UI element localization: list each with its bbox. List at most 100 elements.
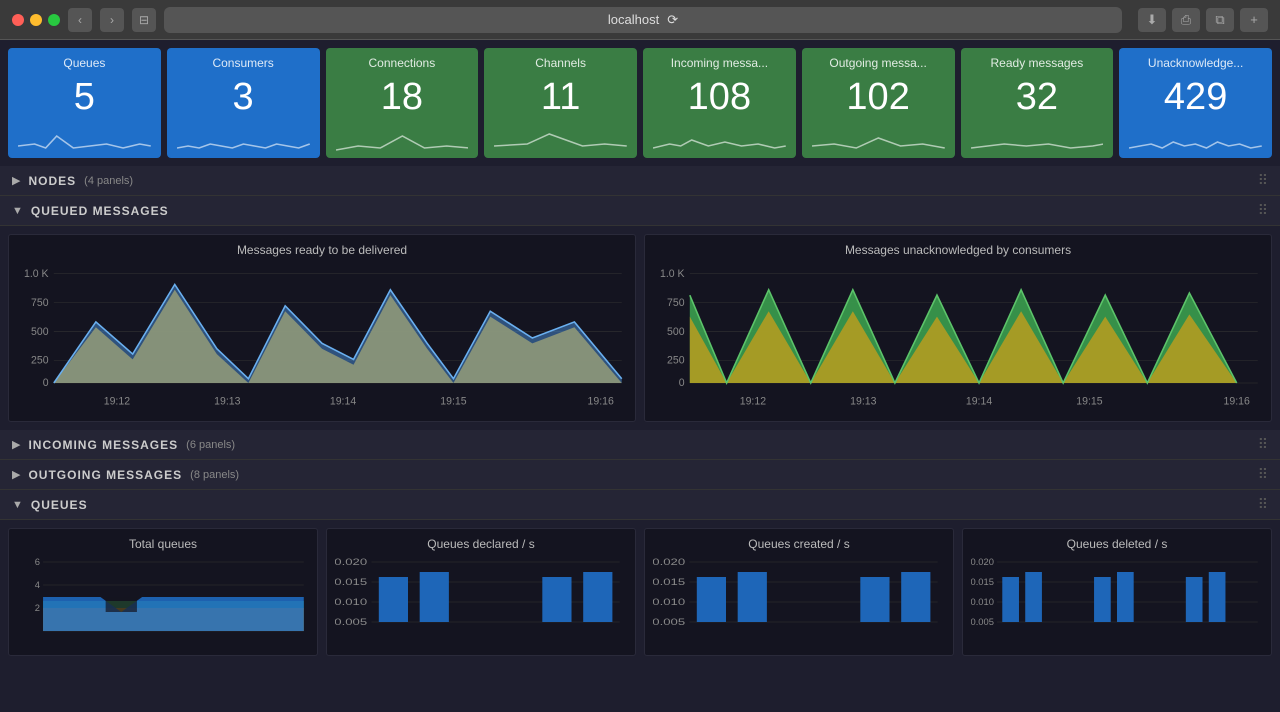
queued-drag-icon: ⠿ (1258, 202, 1268, 219)
queued-title: QUEUED MESSAGES (31, 204, 169, 218)
svg-text:19:15: 19:15 (440, 395, 466, 407)
svg-text:0: 0 (43, 377, 49, 389)
nodes-title: NODES (28, 174, 76, 188)
forward-button[interactable]: › (100, 8, 124, 32)
incoming-title: INCOMING MESSAGES (28, 438, 178, 452)
queues-created-chart: 0.020 0.015 0.010 0.005 (653, 557, 945, 647)
queued-chevron-icon: ▼ (12, 205, 23, 217)
incoming-title: Incoming messa... (653, 56, 786, 70)
queues-charts-row: Total queues 6 4 (0, 520, 1280, 664)
url-text: localhost (608, 12, 659, 27)
svg-text:19:16: 19:16 (588, 395, 614, 407)
minimize-button[interactable] (30, 14, 42, 26)
new-tab-button[interactable]: + (1240, 8, 1268, 32)
queues-declared-chart: 0.020 0.015 0.010 0.005 (335, 557, 627, 647)
connections-value: 18 (336, 74, 469, 122)
svg-text:19:16: 19:16 (1224, 395, 1250, 407)
share-button[interactable]: ⎙ (1172, 8, 1200, 32)
total-queues-title: Total queues (17, 537, 309, 551)
incoming-sparkline (653, 126, 786, 154)
nodes-subtitle: (4 panels) (84, 175, 133, 187)
connections-title: Connections (336, 56, 469, 70)
reload-icon[interactable]: ⟳ (667, 12, 678, 28)
download-button[interactable]: ⬇ (1138, 8, 1166, 32)
queues-title: QUEUES (31, 498, 88, 512)
queues-created-panel: Queues created / s 0.020 0.015 (644, 528, 954, 656)
maximize-button[interactable] (48, 14, 60, 26)
back-button[interactable]: ‹ (68, 8, 92, 32)
queues-value: 5 (18, 74, 151, 122)
svg-text:250: 250 (667, 355, 685, 367)
queued-charts-row: Messages ready to be delivered (0, 226, 1280, 430)
queued-messages-section-header[interactable]: ▼ QUEUED MESSAGES ⠿ (0, 196, 1280, 226)
svg-text:0.010: 0.010 (653, 598, 685, 608)
svg-text:0.015: 0.015 (971, 577, 994, 587)
incoming-section-header[interactable]: ▶ INCOMING MESSAGES (6 panels) ⠿ (0, 430, 1280, 460)
incoming-chevron-icon: ▶ (12, 438, 20, 451)
outgoing-title: OUTGOING MESSAGES (28, 468, 182, 482)
incoming-subtitle: (6 panels) (186, 439, 235, 451)
stat-card-unack: Unacknowledge... 429 (1119, 48, 1272, 158)
consumers-sparkline (177, 126, 310, 154)
url-bar[interactable]: localhost ⟳ (164, 7, 1122, 33)
svg-text:500: 500 (667, 326, 685, 338)
queues-deleted-title: Queues deleted / s (971, 537, 1263, 551)
stat-card-queues: Queues 5 (8, 48, 161, 158)
queues-drag-icon: ⠿ (1258, 496, 1268, 513)
traffic-lights (12, 14, 60, 26)
unack-sparkline (1129, 126, 1262, 154)
svg-text:19:14: 19:14 (330, 395, 356, 407)
queues-title: Queues (18, 56, 151, 70)
svg-text:19:15: 19:15 (1076, 395, 1102, 407)
incoming-drag-icon: ⠿ (1258, 436, 1268, 453)
outgoing-title: Outgoing messa... (812, 56, 945, 70)
svg-text:1.0 K: 1.0 K (24, 268, 49, 280)
unack-chart-panel: Messages unacknowledged by consumers (644, 234, 1272, 422)
outgoing-subtitle: (8 panels) (190, 469, 239, 481)
stat-card-outgoing: Outgoing messa... 102 (802, 48, 955, 158)
svg-text:19:12: 19:12 (740, 395, 766, 407)
unack-chart-title: Messages unacknowledged by consumers (653, 243, 1263, 257)
total-queues-panel: Total queues 6 4 (8, 528, 318, 656)
queues-section-header[interactable]: ▼ QUEUES ⠿ (0, 490, 1280, 520)
browser-actions: ⬇ ⎙ ⧉ + (1138, 8, 1268, 32)
connections-sparkline (336, 126, 469, 154)
svg-text:6: 6 (35, 557, 40, 567)
consumers-title: Consumers (177, 56, 310, 70)
svg-text:0.010: 0.010 (971, 597, 994, 607)
ready-value: 32 (971, 74, 1104, 122)
svg-text:19:14: 19:14 (966, 395, 992, 407)
sidebar-toggle[interactable]: ⊟ (132, 8, 156, 32)
queues-declared-title: Queues declared / s (335, 537, 627, 551)
svg-text:0.020: 0.020 (335, 558, 367, 568)
svg-text:500: 500 (31, 326, 49, 338)
dashboard-main: Queues 5 Consumers 3 Connections 18 (0, 40, 1280, 712)
outgoing-drag-icon: ⠿ (1258, 466, 1268, 483)
stat-card-ready: Ready messages 32 (961, 48, 1114, 158)
outgoing-section-header[interactable]: ▶ OUTGOING MESSAGES (8 panels) ⠿ (0, 460, 1280, 490)
close-button[interactable] (12, 14, 24, 26)
svg-text:0: 0 (679, 377, 685, 389)
unack-chart-area: 1.0 K 750 500 250 0 19:12 19:13 19:14 19… (653, 263, 1263, 413)
stat-card-incoming: Incoming messa... 108 (643, 48, 796, 158)
outgoing-chevron-icon: ▶ (12, 468, 20, 481)
queues-chevron-icon: ▼ (12, 499, 23, 511)
svg-text:2: 2 (35, 603, 40, 613)
queues-sparkline (18, 126, 151, 154)
svg-text:0.015: 0.015 (653, 578, 685, 588)
stat-card-channels: Channels 11 (484, 48, 637, 158)
fullscreen-button[interactable]: ⧉ (1206, 8, 1234, 32)
svg-text:0.005: 0.005 (653, 618, 685, 628)
svg-text:250: 250 (31, 355, 49, 367)
nodes-chevron-icon: ▶ (12, 174, 20, 187)
svg-text:0.005: 0.005 (335, 618, 367, 628)
svg-text:750: 750 (31, 297, 49, 309)
channels-value: 11 (494, 74, 627, 122)
ready-title: Ready messages (971, 56, 1104, 70)
outgoing-sparkline (812, 126, 945, 154)
ready-chart-title: Messages ready to be delivered (17, 243, 627, 257)
incoming-value: 108 (653, 74, 786, 122)
channels-sparkline (494, 126, 627, 154)
nodes-section-header[interactable]: ▶ NODES (4 panels) ⠿ (0, 166, 1280, 196)
consumers-value: 3 (177, 74, 310, 122)
